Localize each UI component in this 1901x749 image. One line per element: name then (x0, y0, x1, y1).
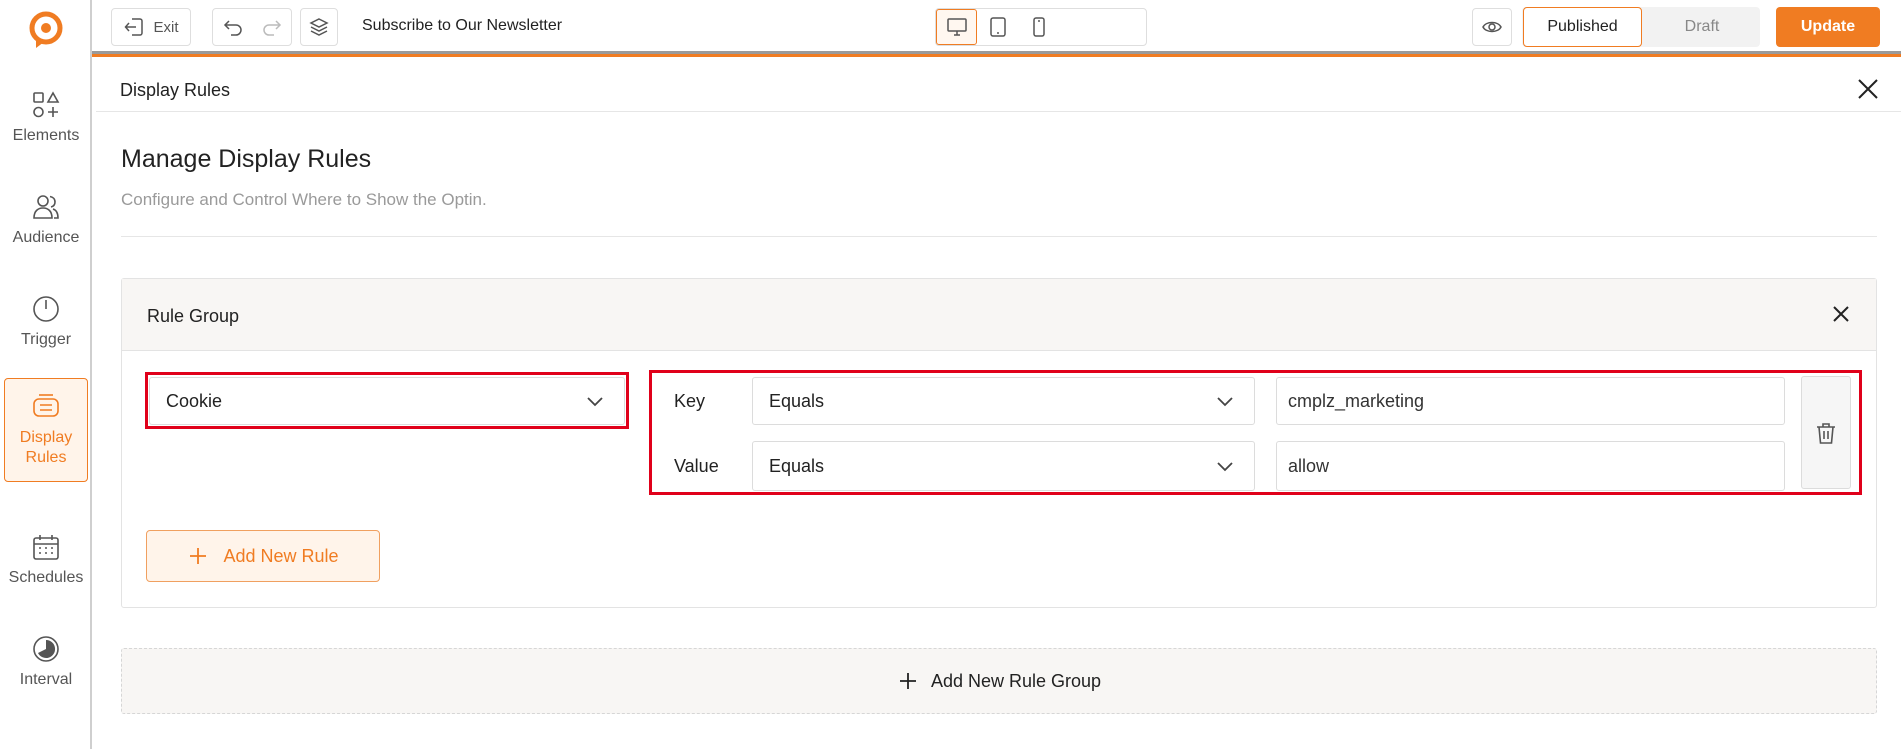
trash-icon (1817, 422, 1835, 444)
exit-button[interactable]: Exit (111, 8, 191, 46)
panel-title: Display Rules (120, 80, 231, 100)
left-sidebar: Elements Audience Trigger Display Rules … (0, 0, 92, 749)
display-rules-icon (33, 394, 59, 417)
published-option[interactable]: Published (1523, 7, 1642, 47)
rule-group-title: Rule Group (147, 306, 240, 326)
layers-button[interactable] (300, 8, 338, 46)
page-subtitle: Configure and Control Where to Show the … (121, 190, 487, 209)
plus-icon (899, 673, 916, 689)
sidebar-item-label: Trigger (20, 331, 72, 348)
sidebar-item-audience[interactable]: Audience (4, 168, 88, 272)
layers-icon (309, 18, 329, 36)
calendar-icon (33, 535, 59, 560)
add-rule-label: Add New Rule (223, 545, 339, 566)
draft-option[interactable]: Draft (1644, 7, 1760, 47)
divider (121, 236, 1877, 237)
page-title: Manage Display Rules (121, 145, 372, 173)
exit-icon (124, 18, 144, 36)
add-rule-group-button[interactable]: Add New Rule Group (121, 648, 1877, 714)
brand-logo-icon (29, 11, 63, 48)
mobile-icon (1032, 17, 1045, 37)
publish-status-toggle: Published Draft (1522, 7, 1760, 47)
tablet-view-button[interactable] (977, 9, 1018, 45)
app-window: Elements Audience Trigger Display Rules … (0, 0, 1901, 749)
clock-pie-icon (33, 636, 59, 662)
sidebar-item-elements[interactable]: Elements (4, 66, 88, 170)
plus-icon (190, 548, 207, 564)
sidebar-item-display-rules[interactable]: Display Rules (4, 378, 88, 482)
device-switcher (935, 8, 1147, 46)
desktop-icon (946, 18, 967, 36)
mobile-view-button[interactable] (1018, 9, 1059, 45)
sidebar-item-label: Elements (12, 127, 80, 144)
delete-rule-button[interactable] (1801, 376, 1851, 489)
highlight-frame-rule-type (145, 372, 629, 429)
shapes-icon (33, 91, 60, 118)
sidebar-item-label: Audience (12, 229, 80, 246)
eye-icon (1482, 21, 1502, 33)
undo-icon[interactable] (222, 16, 244, 38)
highlight-frame-conditions (649, 370, 1862, 495)
exit-label: Exit (153, 18, 179, 36)
add-rule-group-label: Add New Rule Group (930, 670, 1102, 691)
preview-button[interactable] (1472, 8, 1512, 46)
desktop-view-button[interactable] (936, 9, 977, 45)
power-icon (33, 296, 59, 322)
undo-redo-group (212, 8, 292, 46)
top-toolbar: Exit Subscribe to Our Newsletter Publish… (92, 0, 1901, 57)
sidebar-item-label: Display Rules (19, 429, 73, 466)
panel-header: Display Rules (96, 66, 1901, 112)
update-button[interactable]: Update (1776, 7, 1880, 47)
add-rule-button[interactable]: Add New Rule (146, 530, 380, 582)
sidebar-item-label: Interval (19, 671, 73, 688)
sidebar-item-schedules[interactable]: Schedules (4, 508, 88, 612)
sidebar-item-trigger[interactable]: Trigger (4, 270, 88, 374)
users-icon (33, 195, 59, 219)
tablet-icon (989, 17, 1006, 37)
rule-group-header: Rule Group (122, 279, 1876, 351)
sidebar-item-interval[interactable]: Interval (4, 610, 88, 714)
sidebar-item-label: Schedules (8, 569, 84, 586)
toolbar-accent-line (92, 54, 1901, 57)
optin-title: Subscribe to Our Newsletter (362, 17, 563, 34)
remove-group-icon[interactable] (1830, 303, 1852, 325)
redo-icon[interactable] (261, 16, 283, 38)
close-icon[interactable] (1855, 76, 1881, 102)
